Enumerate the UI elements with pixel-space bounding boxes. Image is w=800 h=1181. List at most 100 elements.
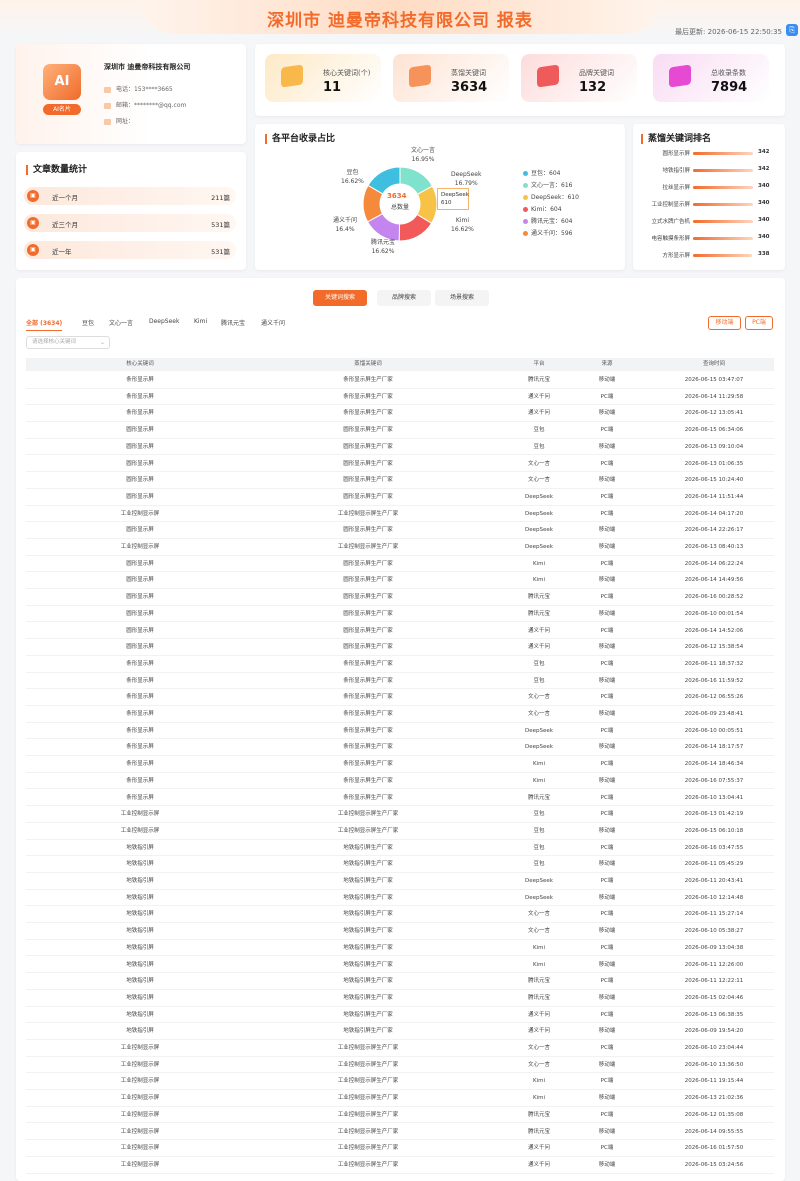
table-cell: 条形显示屏生产厂家	[343, 761, 393, 768]
table-cell: 工业控制显示屏生产厂家	[337, 510, 399, 517]
table-cell: 2026-06-15 06:10:18	[684, 827, 744, 834]
tab-brand-search[interactable]: 品牌搜索	[377, 290, 431, 306]
table-cell: 圆形显示屏生产厂家	[343, 577, 393, 584]
table-row: 地铁指引屏 地铁指引屏生产厂家 通义千问 移动端 2026-06-09 19:54:20	[26, 1023, 774, 1040]
table-cell: 条形显示屏	[126, 727, 154, 734]
table-cell: 2026-06-10 12:14:48	[684, 894, 744, 901]
table-row: 条形显示屏 条形显示屏生产厂家 文心一言 移动端 2026-06-09 23:48:41	[26, 706, 774, 723]
table-row: 工业控制显示屏 工业控制显示屏生产厂家 通义千问 移动端 2026-06-15 03:2…	[26, 1157, 774, 1174]
table-cell: 2026-06-14 11:29:58	[684, 393, 744, 400]
ranking-bar	[693, 152, 753, 155]
table-cell: 2026-06-11 12:22:11	[684, 978, 744, 985]
table-cell: 条形显示屏生产厂家	[343, 660, 393, 667]
legend-deepseek[interactable]: DeepSeek：610	[523, 192, 579, 201]
table-cell: 圆形显示屏生产厂家	[343, 443, 393, 450]
table-cell: PC端	[600, 911, 614, 918]
tab-keyword-search[interactable]: 关键词搜索	[313, 290, 367, 306]
platform-tab-kimi[interactable]: Kimi	[194, 318, 207, 325]
table-cell: 2026-06-11 15:27:14	[684, 911, 744, 918]
pc-filter-button[interactable]: PC端	[745, 316, 773, 330]
platform-tab-all[interactable]: 全部 (3634)	[26, 318, 63, 331]
table-cell: 2026-06-15 02:04:46	[684, 994, 744, 1001]
pie-label-wenxin: 文心一言 16.95%	[411, 147, 436, 163]
table-cell: 2026-06-11 05:45:29	[684, 861, 744, 868]
legend-kimi[interactable]: Kimi：604	[523, 204, 562, 213]
tab-scene-search[interactable]: 场景搜索	[435, 290, 489, 306]
table-cell: 移动端	[598, 610, 616, 617]
table-row: 工业控制显示屏 工业控制显示屏生产厂家 Kimi 移动端 2026-06-13 21:0…	[26, 1090, 774, 1107]
legend-yuanbao[interactable]: 腾讯元宝：604	[523, 216, 572, 225]
table-cell: 2026-06-13 06:38:35	[684, 1011, 744, 1018]
platform-tab-yuanbao[interactable]: 腾讯元宝	[221, 318, 245, 327]
platform-tab-doubao[interactable]: 豆包	[82, 318, 94, 327]
ranking-item: 电容触摸条形屏 340	[651, 234, 770, 242]
table-row: 工业控制显示屏 工业控制显示屏生产厂家 腾讯元宝 PC端 2026-06-12 01:3…	[26, 1107, 774, 1124]
table-cell: 圆形显示屏生产厂家	[343, 627, 393, 634]
table-cell: 地铁指引屏生产厂家	[343, 1011, 393, 1018]
table-cell: 移动端	[598, 827, 616, 834]
table-row: 地铁指引屏 地铁指引屏生产厂家 文心一言 PC端 2026-06-11 15:27:14	[26, 906, 774, 924]
table-row: 地铁指引屏 地铁指引屏生产厂家 Kimi PC端 2026-06-09 13:04:38	[26, 940, 774, 957]
table-cell: 移动端	[598, 544, 616, 550]
table-row: 圆形显示屏 圆形显示屏生产厂家 文心一言 PC端 2026-06-13 01:06:35	[26, 456, 774, 473]
mobile-filter-button[interactable]: 移动端	[708, 316, 741, 330]
table-cell: 条形显示屏生产厂家	[343, 794, 393, 801]
table-cell: PC端	[600, 944, 614, 951]
article-stats-card: 文章数量统计 ▣ 近一个月 211篇 ▣ 近三个月 531篇 ▣ 近一年 531篇	[16, 152, 246, 270]
table-row: 地铁指引屏 地铁指引屏生产厂家 腾讯元宝 PC端 2026-06-11 12:22:11	[26, 973, 774, 990]
pie-label-deepseek: DeepSeek 16.79%	[451, 171, 482, 187]
table-cell: 工业控制显示屏	[120, 1078, 160, 1085]
table-cell: 条形显示屏	[126, 711, 154, 717]
table-cell: 2026-06-14 18:17:57	[684, 744, 744, 751]
legend-tongyi[interactable]: 通义千问：596	[523, 228, 572, 237]
article-row-1y: ▣ 近一年 531篇	[24, 241, 236, 259]
table-cell: 工业控制显示屏生产厂家	[337, 1145, 399, 1152]
keyword-ranking-card: 蒸馏关键词排名 圆形显示屏 342 地铁指引屏 342 拉丝显示屏 340 工业控制显示屏 3…	[633, 124, 785, 270]
table-cell: 条形显示屏	[126, 744, 154, 751]
table-row: 条形显示屏 条形显示屏生产厂家 文心一言 PC端 2026-06-12 06:55:26	[26, 689, 774, 706]
table-cell: 圆形显示屏生产厂家	[343, 644, 393, 651]
table-cell: 地铁指引屏生产厂家	[343, 928, 393, 935]
legend-doubao[interactable]: 豆包：604	[523, 168, 560, 177]
chart-icon	[537, 64, 559, 88]
table-row: 工业控制显示屏 工业控制显示屏生产厂家 DeepSeek 移动端 2026-06-13 …	[26, 539, 774, 556]
table-row: 工业控制显示屏 工业控制显示屏生产厂家 通义千问 PC端 2026-06-16 01:5…	[26, 1140, 774, 1157]
table-cell: PC端	[600, 660, 614, 667]
table-cell: 2026-06-13 09:10:04	[684, 443, 744, 450]
platform-tab-deepseek[interactable]: DeepSeek	[149, 318, 179, 325]
table-row: 条形显示屏 条形显示屏生产厂家 豆包 移动端 2026-06-16 11:59:52	[26, 673, 774, 690]
table-cell: 工业控制显示屏生产厂家	[337, 544, 399, 550]
table-cell: 地铁指引屏	[126, 1011, 154, 1018]
table-cell: 2026-06-09 19:54:20	[684, 1028, 744, 1035]
ranking-title: 蒸馏关键词排名	[641, 134, 711, 144]
ranking-bar	[693, 254, 753, 257]
platform-tab-tongyi[interactable]: 通义千问	[261, 318, 285, 327]
company-phone: 电话：153****3665	[104, 84, 173, 93]
table-cell: 地铁指引屏生产厂家	[343, 978, 393, 985]
table-cell: 圆形显示屏	[126, 610, 154, 617]
table-row: 工业控制显示屏 工业控制显示屏生产厂家 腾讯元宝 移动端 2026-06-14 09:5…	[26, 1124, 774, 1141]
table-cell: PC端	[600, 978, 614, 985]
table-cell: PC端	[600, 627, 614, 634]
table-cell: 圆形显示屏	[126, 644, 154, 651]
table-cell: 2026-06-15 06:34:06	[684, 427, 744, 434]
table-cell: 地铁指引屏生产厂家	[343, 961, 393, 968]
table-row: 工业控制显示屏 工业控制显示屏生产厂家 文心一言 PC端 2026-06-10 23:0…	[26, 1040, 774, 1057]
table-cell: 条形显示屏	[126, 377, 154, 383]
platform-tab-wenxin[interactable]: 文心一言	[109, 318, 133, 327]
ranking-item: 方形显示屏 338	[662, 251, 770, 259]
legend-wenxin[interactable]: 文心一言：616	[523, 180, 572, 189]
table-cell: 工业控制显示屏	[120, 827, 160, 834]
ai-card-button[interactable]: AI名片	[43, 104, 81, 115]
table-cell: 工业控制显示屏生产厂家	[337, 1161, 399, 1168]
core-keyword-select[interactable]: 请选择核心关键词 ⌄	[26, 336, 110, 349]
table-cell: 2026-06-16 00:28:52	[684, 594, 744, 601]
share-icon[interactable]: ⎘	[786, 24, 798, 36]
table-cell: 地铁指引屏	[126, 844, 154, 851]
table-cell: 地铁指引屏生产厂家	[343, 944, 393, 951]
table-cell: 2026-06-16 03:47:55	[684, 844, 744, 851]
table-row: 条形显示屏 条形显示屏生产厂家 Kimi 移动端 2026-06-16 07:55:37	[26, 773, 774, 790]
table-row: 地铁指引屏 地铁指引屏生产厂家 文心一言 移动端 2026-06-10 05:38:27	[26, 923, 774, 940]
table-cell: PC端	[600, 493, 614, 500]
table-row: 条形显示屏 条形显示屏生产厂家 通义千问 移动端 2026-06-12 13:05:41	[26, 405, 774, 423]
